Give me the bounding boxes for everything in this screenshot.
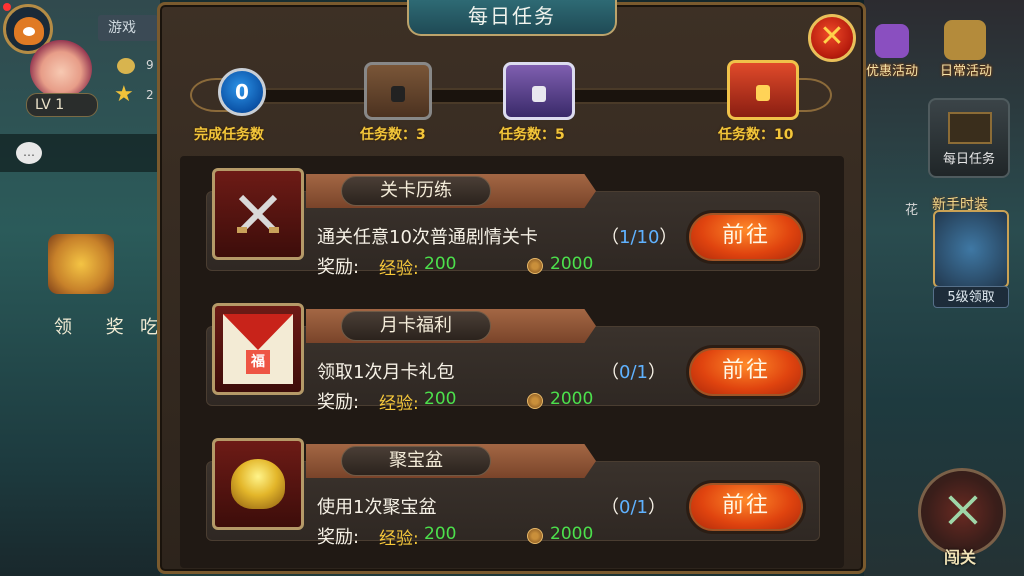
gold-chest-icon[interactable]: [727, 60, 799, 120]
lock-icon: [391, 85, 405, 102]
reward-label: 奖励:: [317, 392, 360, 413]
task-progress: （0/1）: [601, 497, 666, 518]
star-icon: ★: [114, 82, 134, 107]
coin-count: 9: [146, 58, 154, 72]
task-name: 关卡历练: [341, 176, 491, 206]
task-description: 使用1次聚宝盆: [317, 497, 437, 518]
book-icon: [948, 112, 992, 144]
eat-label[interactable]: 吃: [140, 313, 158, 339]
task-progress-value: 0/1: [619, 362, 648, 383]
exp-value: 200: [424, 254, 457, 274]
chat-bubble-icon[interactable]: …: [16, 142, 42, 164]
claim-reward-label[interactable]: 领 奖: [54, 313, 138, 339]
player-level: LV 1: [26, 93, 98, 117]
notification-dot: [3, 3, 11, 11]
gift-box-icon[interactable]: [875, 24, 909, 58]
panel-title: 每日任务: [407, 0, 617, 36]
completed-label: 完成任务数: [194, 127, 264, 143]
silver-chest-icon[interactable]: [503, 62, 575, 120]
battle-label: 闯关: [944, 548, 977, 567]
flower-label: 花: [905, 203, 919, 218]
exp-value: 200: [424, 389, 457, 409]
go-button[interactable]: 前往: [686, 345, 806, 399]
daily-event-label[interactable]: 日常活动: [940, 60, 992, 79]
crossed-swords-icon: [212, 168, 304, 260]
daily-tasks-button[interactable]: 每日任务: [928, 98, 1010, 178]
red-envelope-icon: 福: [212, 303, 304, 395]
exp-label: 经验:: [379, 259, 419, 279]
top-tab[interactable]: 游戏: [98, 15, 158, 41]
task-name: 聚宝盆: [341, 446, 491, 476]
milestone-label: 任务数：3: [360, 127, 426, 143]
go-button[interactable]: 前往: [686, 480, 806, 534]
treasure-bowl-art: [231, 459, 285, 509]
coin-icon: [527, 258, 543, 274]
battle-button[interactable]: [918, 468, 1006, 556]
coin-icon: [527, 393, 543, 409]
task-description: 通关任意10次普通剧情关卡: [317, 227, 538, 248]
coin-value: 2000: [550, 254, 594, 274]
newbie-outfit-button[interactable]: [933, 210, 1009, 288]
wood-chest-icon[interactable]: [364, 62, 432, 120]
close-button[interactable]: ✕: [808, 14, 856, 62]
reward-chest-icon[interactable]: [48, 234, 114, 294]
star-count: 2: [146, 88, 154, 102]
completed-count: 0: [218, 68, 266, 116]
exp-value: 200: [424, 524, 457, 544]
task-progress: （1/10）: [601, 227, 678, 248]
reward-label: 奖励:: [317, 527, 360, 548]
task-name: 月卡福利: [341, 311, 491, 341]
promo-event-label[interactable]: 优惠活动: [866, 60, 918, 79]
reward-label: 奖励:: [317, 257, 360, 278]
fox-avatar-icon: [14, 17, 44, 45]
coin-icon: [117, 58, 135, 74]
exp-label: 经验:: [379, 529, 419, 549]
coin-value: 2000: [550, 524, 594, 544]
daily-tasks-label: 每日任务: [942, 152, 995, 167]
hero-portrait[interactable]: [30, 40, 92, 98]
task-description: 领取1次月卡礼包: [317, 362, 455, 383]
lock-icon: [532, 85, 546, 102]
treasure-bowl-icon: [212, 438, 304, 530]
scroll-icon[interactable]: [944, 20, 986, 60]
exp-label: 经验:: [379, 394, 419, 414]
coin-icon: [527, 528, 543, 544]
milestone-label: 任务数：10: [718, 127, 794, 143]
milestone-label: 任务数：5: [499, 127, 565, 143]
go-button[interactable]: 前往: [686, 210, 806, 264]
task-progress: （0/1）: [601, 362, 666, 383]
task-progress-value: 0/1: [619, 497, 648, 518]
crossed-swords-icon: [948, 495, 978, 525]
lock-icon: [756, 84, 770, 101]
coin-value: 2000: [550, 389, 594, 409]
task-progress-value: 1/10: [619, 227, 660, 248]
envelope-art: 福: [223, 314, 293, 384]
newbie-level-label: 5级领取: [933, 286, 1009, 308]
